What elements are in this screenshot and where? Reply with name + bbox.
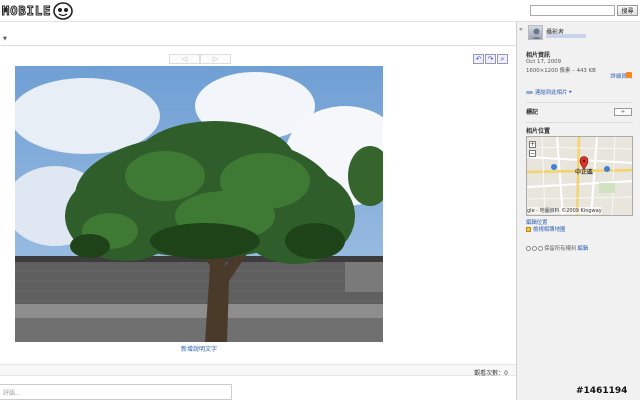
photo-info-title: 相片資訊 [526,52,551,59]
map-zoom-in-button[interactable]: + [529,141,536,148]
album-toolbar: ▼ [0,22,516,46]
license-info: 保留所有權利 編輯 [526,244,588,252]
main-photo[interactable] [15,66,383,342]
cc-icon [526,245,531,251]
logo-mark-icon [53,2,74,20]
map-attribution: gle - 地圖資料 ©2009 Kingway [527,207,602,214]
link-icon [526,90,533,94]
divider [526,102,633,103]
divider [526,122,633,123]
map-graphic [527,137,632,215]
photo-tools: ↶ ↷ ⌕ [473,54,508,64]
rss-icon[interactable] [626,72,632,78]
link-to-photo[interactable]: 連結到此相片 ▸ [526,88,572,96]
view-album-map-link[interactable]: 檢視相簿地圖 [526,225,565,233]
view-count: 觀看次數：0 [474,370,508,377]
map-district-label: 中正區 [575,169,594,176]
add-caption-link[interactable]: 新增說明文字 [0,344,398,353]
location-title: 相片位置 [526,128,551,135]
photo-dimensions: 1600×1200 像素 – 443 KB [526,68,596,74]
collapse-panel-icon[interactable]: « [519,26,523,33]
cc-icon [538,245,543,251]
location-map[interactable]: + − 中正區 gle - 地圖資料 ©2009 Kingway [526,136,633,216]
chevron-right-icon: ▸ [569,89,573,95]
site-logo[interactable]: MOBILE [1,2,74,20]
photo-sidepanel: « 攝影者 相片資訊 Oct 17, 2009 1600×1200 像素 – 4… [516,22,640,400]
add-tag-button[interactable]: + [614,108,632,116]
search-input[interactable] [530,5,615,16]
photo-viewer-page: MOBILE 搜尋 ▼ ◁ ▷ ↶ ↷ ⌕ 新增說明文字 觀看次數：0 評語..… [0,0,640,400]
top-bar: MOBILE 搜尋 [0,0,640,22]
user-avatar-icon [532,28,541,39]
chevron-down-icon[interactable]: ▼ [3,36,7,42]
views-bar: 觀看次數：0 [0,364,516,377]
view-map-label: 檢視相簿地圖 [533,227,566,233]
zoom-icon[interactable]: ⌕ [497,54,508,64]
image-watermark: #1461194 [576,386,628,396]
photo-navigation: ◁ ▷ [169,54,231,64]
license-text: 保留所有權利 [544,246,577,252]
cc-icon [532,245,537,251]
comment-input[interactable]: 評語... [0,384,232,400]
avatar[interactable] [528,25,543,40]
photo-date: Oct 17, 2009 [526,59,562,65]
rotate-right-icon[interactable]: ↷ [485,54,496,64]
map-zoom-out-button[interactable]: − [529,150,536,157]
tags-title: 標記 [526,109,539,116]
link-to-photo-label: 連結到此相片 [535,90,568,96]
rotate-left-icon[interactable]: ↶ [473,54,484,64]
map-icon [526,226,531,232]
license-edit-link[interactable]: 編輯 [577,244,588,252]
next-photo-button[interactable]: ▷ [200,54,231,64]
search-button[interactable]: 搜尋 [617,5,638,16]
prev-photo-button[interactable]: ◁ [169,54,200,64]
logo-text: MOBILE [1,4,52,19]
user-profile-link[interactable] [546,34,586,38]
main-photo-area: ▼ ◁ ▷ ↶ ↷ ⌕ 新增說明文字 觀看次數：0 評語... [0,22,516,400]
